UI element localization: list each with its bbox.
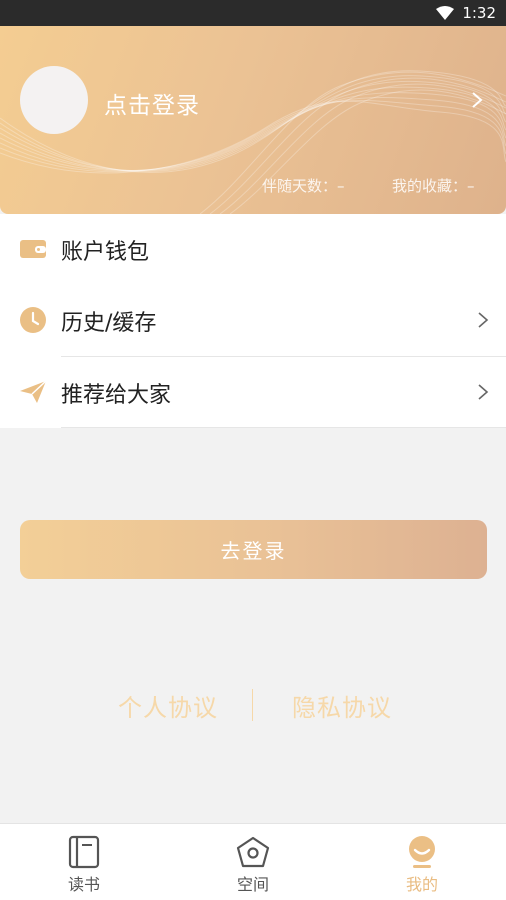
login-button[interactable]: 去登录 [20, 520, 487, 579]
companion-days-stat: 伴随天数：– [262, 177, 345, 195]
tab-label: 我的 [405, 875, 438, 894]
chevron-right-icon[interactable] [467, 90, 487, 110]
wallet-icon [20, 236, 46, 262]
login-prompt[interactable]: 点击登录 [104, 86, 200, 120]
wifi-icon [436, 6, 455, 20]
paper-plane-icon [20, 379, 46, 405]
tab-read[interactable]: 读书 [24, 824, 144, 900]
tab-space[interactable]: 空间 [193, 824, 313, 900]
chevron-right-icon [478, 312, 489, 328]
status-time: 1:32 [462, 4, 496, 22]
tab-label: 读书 [67, 875, 100, 894]
space-icon [236, 834, 270, 870]
divider [61, 427, 506, 428]
menu-item-label: 推荐给大家 [61, 382, 172, 408]
bottom-tab-bar: 读书 空间 我的 [0, 823, 506, 900]
menu-item-label: 账户钱包 [61, 239, 150, 265]
avatar[interactable] [20, 66, 88, 134]
menu-item-recommend[interactable]: 推荐给大家 [0, 357, 506, 428]
menu-item-wallet[interactable]: 账户钱包 [0, 214, 506, 285]
menu-list: 账户钱包 历史/缓存 推荐给大家 [0, 214, 506, 428]
privacy-agreement-link[interactable]: 隐私协议 [292, 688, 392, 723]
menu-item-label: 历史/缓存 [61, 310, 157, 336]
tab-mine[interactable]: 我的 [362, 824, 482, 900]
clock-icon [20, 307, 46, 333]
book-icon [68, 834, 100, 870]
profile-header-card[interactable]: 点击登录 伴随天数：– 我的收藏：– [0, 26, 506, 214]
favorites-stat[interactable]: 我的收藏：– [392, 175, 475, 196]
status-bar: 1:32 [0, 0, 506, 26]
menu-item-history[interactable]: 历史/缓存 [0, 285, 506, 356]
personal-agreement-link[interactable]: 个人协议 [118, 688, 218, 723]
chevron-right-icon [478, 384, 489, 400]
link-separator [252, 689, 253, 721]
profile-face-icon [407, 834, 437, 870]
tab-label: 空间 [236, 875, 269, 894]
